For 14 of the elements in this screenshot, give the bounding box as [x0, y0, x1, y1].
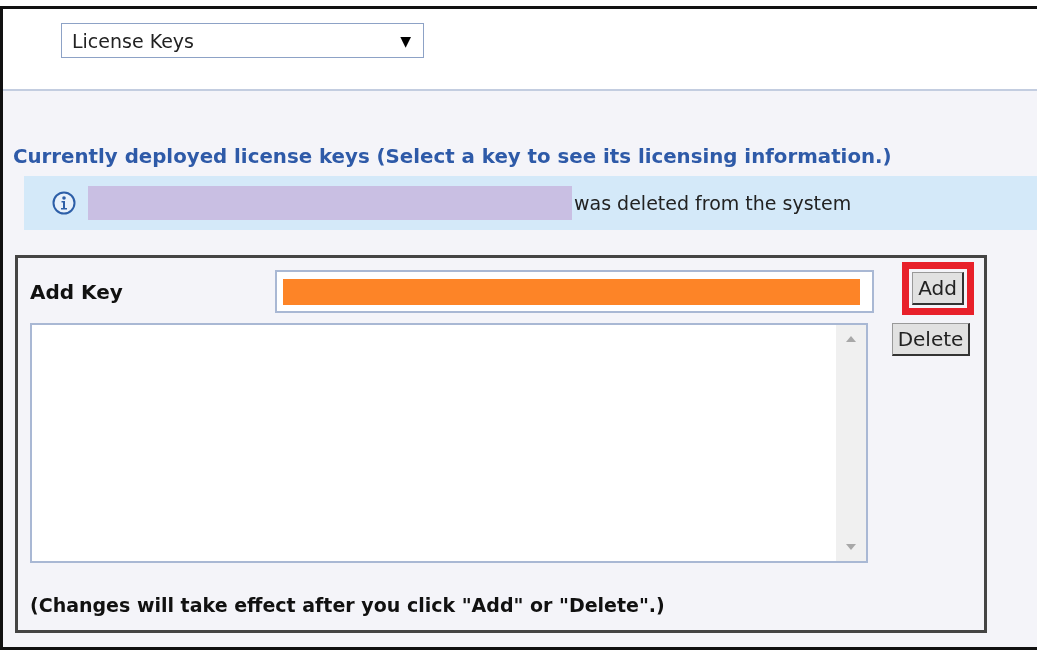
scroll-down-icon[interactable] — [845, 543, 857, 551]
notice-text: was deleted from the system — [574, 192, 852, 214]
scrollbar[interactable] — [836, 325, 866, 561]
key-list[interactable] — [30, 323, 868, 563]
page-dropdown[interactable]: License Keys ▼ — [61, 23, 424, 58]
add-button[interactable]: Add — [912, 272, 964, 305]
add-key-label: Add Key — [30, 279, 123, 304]
info-icon — [52, 191, 76, 215]
section-heading: Currently deployed license keys (Select a key to see its licensing information.) — [13, 145, 893, 168]
key-input-field[interactable] — [275, 270, 874, 313]
changes-note: (Changes will take effect after you click "Add" or "Delete".) — [30, 593, 666, 618]
caret-icon: ▼ — [400, 32, 411, 49]
delete-button[interactable]: Delete — [891, 323, 971, 356]
scroll-up-icon[interactable] — [845, 335, 857, 343]
